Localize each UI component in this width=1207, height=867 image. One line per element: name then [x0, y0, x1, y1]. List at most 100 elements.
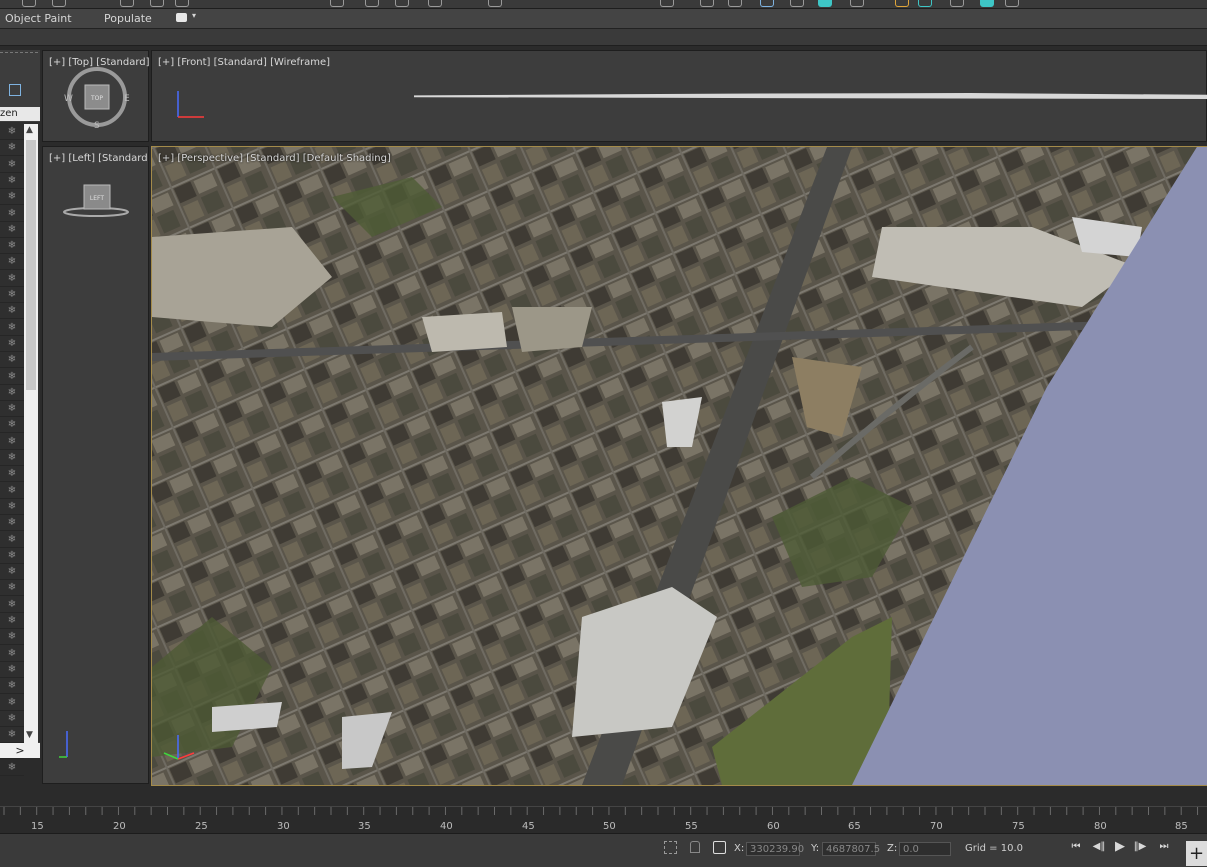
freeze-toggle-icon[interactable]: ❄ — [0, 678, 24, 695]
explorer-grip[interactable] — [0, 52, 38, 57]
viewport-label-front[interactable]: [+] [Front] [Standard] [Wireframe] — [158, 57, 330, 68]
toolbar-icon[interactable] — [850, 0, 864, 7]
toolbar-icon[interactable] — [950, 0, 964, 7]
viewcube-left-icon[interactable]: LEFT — [61, 177, 131, 221]
viewport-front[interactable]: [+] [Front] [Standard] [Wireframe] — [151, 50, 1207, 142]
freeze-toggle-icon[interactable]: ❄ — [0, 450, 24, 466]
ribbon-tab-object-paint[interactable]: Object Paint — [5, 12, 72, 25]
explorer-scroll-thumb[interactable] — [26, 140, 36, 390]
toolbar-icon[interactable] — [980, 0, 994, 7]
freeze-toggle-icon[interactable]: ❄ — [0, 760, 24, 776]
timeline-track[interactable]: 15 20 25 30 35 40 45 50 55 60 65 70 75 8… — [0, 806, 1207, 833]
toolbar-icon[interactable] — [700, 0, 714, 7]
explorer-column-header[interactable]: zen — [0, 107, 40, 121]
toolbar-icon[interactable] — [818, 0, 832, 7]
scroll-down-icon[interactable]: ▼ — [26, 730, 33, 740]
freeze-toggle-icon[interactable]: ❄ — [0, 727, 24, 744]
freeze-toggle-icon[interactable]: ❄ — [0, 206, 24, 222]
freeze-toggle-icon[interactable]: ❄ — [0, 629, 24, 646]
freeze-toggle-icon[interactable]: ❄ — [0, 515, 24, 532]
snap-icon[interactable] — [713, 841, 726, 854]
toolbar-icon[interactable] — [330, 0, 344, 7]
freeze-toggle-icon[interactable]: ❄ — [0, 157, 24, 173]
compass-icon[interactable]: TOP W E S — [43, 51, 148, 141]
viewport-left[interactable]: [+] [Left] [Standard LEFT — [42, 146, 149, 784]
toolbar-icon[interactable] — [660, 0, 674, 7]
next-frame-icon[interactable]: ‖▶ — [1132, 840, 1148, 854]
toolbar-icon[interactable] — [728, 0, 742, 7]
z-coordinate-field[interactable]: 0.0 — [899, 842, 951, 856]
isolate-icon[interactable] — [664, 841, 677, 854]
freeze-toggle-icon[interactable]: ❄ — [0, 303, 24, 320]
freeze-toggle-icon[interactable]: ❄ — [0, 580, 24, 597]
freeze-toggle-icon[interactable]: ❄ — [0, 499, 24, 515]
toolbar-icon[interactable] — [488, 0, 502, 7]
freeze-toggle-icon[interactable]: ❄ — [0, 532, 24, 548]
freeze-toggle-icon[interactable]: ❄ — [0, 385, 24, 401]
y-coordinate-field[interactable]: 4687807.5 — [822, 842, 880, 856]
freeze-toggle-icon[interactable]: ❄ — [0, 287, 24, 303]
play-icon[interactable]: ▶ — [1112, 840, 1128, 854]
freeze-toggle-icon[interactable]: ❄ — [0, 254, 24, 271]
lock-icon[interactable] — [690, 841, 700, 853]
freeze-toggle-icon[interactable]: ❄ — [0, 320, 24, 336]
freeze-toggle-icon[interactable]: ❄ — [0, 336, 24, 352]
main-toolbar — [0, 0, 1207, 9]
y-label: Y: — [811, 843, 820, 854]
freeze-toggle-icon[interactable]: ❄ — [0, 597, 24, 613]
scroll-up-icon[interactable]: ▲ — [26, 125, 33, 135]
freeze-toggle-icon[interactable]: ❄ — [0, 173, 24, 189]
freeze-toggle-icon[interactable]: ❄ — [0, 124, 24, 140]
freeze-toggle-icon[interactable]: ❄ — [0, 140, 24, 157]
x-label: X: — [734, 843, 745, 854]
add-icon[interactable]: + — [1186, 841, 1207, 866]
freeze-toggle-icon[interactable]: ❄ — [0, 564, 24, 581]
freeze-toggle-icon[interactable]: ❄ — [0, 417, 24, 434]
timeline-tick: 45 — [522, 821, 535, 832]
freeze-toggle-icon[interactable]: ❄ — [0, 434, 24, 450]
toolbar-icon[interactable] — [428, 0, 442, 7]
freeze-toggle-icon[interactable]: ❄ — [0, 613, 24, 629]
freeze-toggle-icon[interactable]: ❄ — [0, 222, 24, 238]
viewport-label-left[interactable]: [+] [Left] [Standard — [49, 153, 148, 164]
toolbar-icon[interactable] — [365, 0, 379, 7]
toolbar-icon[interactable] — [895, 0, 909, 7]
viewport-top[interactable]: [+] [Top] [Standard] TOP W E S — [42, 50, 150, 142]
viewport-perspective[interactable]: [+] [Perspective] [Standard] [Default Sh… — [151, 146, 1207, 786]
viewport-label-perspective[interactable]: [+] [Perspective] [Standard] [Default Sh… — [158, 153, 391, 164]
explorer-expand-button[interactable]: > — [0, 743, 40, 758]
toolbar-icon[interactable] — [52, 0, 66, 7]
freeze-toggle-icon[interactable]: ❄ — [0, 189, 24, 206]
freeze-toggle-icon[interactable]: ❄ — [0, 352, 24, 369]
freeze-toggle-icon[interactable]: ❄ — [0, 711, 24, 727]
freeze-toggle-icon[interactable]: ❄ — [0, 548, 24, 564]
explorer-icon[interactable] — [9, 84, 21, 96]
toolbar-icon[interactable] — [790, 0, 804, 7]
go-start-icon[interactable]: ⏮ — [1068, 840, 1084, 854]
ribbon-toggle-icon[interactable] — [176, 13, 187, 22]
toolbar-icon[interactable] — [120, 0, 134, 7]
toolbar-icon[interactable] — [175, 0, 189, 7]
toolbar-icon[interactable] — [918, 0, 932, 7]
toolbar-icon[interactable] — [395, 0, 409, 7]
freeze-toggle-icon[interactable]: ❄ — [0, 271, 24, 287]
toolbar-icon[interactable] — [150, 0, 164, 7]
freeze-toggle-icon[interactable]: ❄ — [0, 483, 24, 499]
go-end-icon[interactable]: ⏭ — [1156, 840, 1172, 854]
toolbar-icon[interactable] — [22, 0, 36, 7]
toolbar-icon[interactable] — [760, 0, 774, 7]
freeze-toggle-icon[interactable]: ❄ — [0, 238, 24, 255]
freeze-toggle-icon[interactable]: ❄ — [0, 466, 24, 483]
toolbar-icon[interactable] — [1005, 0, 1019, 7]
freeze-toggle-icon[interactable]: ❄ — [0, 662, 24, 678]
freeze-toggle-icon[interactable]: ❄ — [0, 369, 24, 385]
freeze-toggle-icon[interactable]: ❄ — [0, 695, 24, 711]
timeline-tick: 85 — [1175, 821, 1188, 832]
prev-frame-icon[interactable]: ◀‖ — [1091, 840, 1107, 854]
freeze-toggle-icon[interactable]: ❄ — [0, 401, 24, 418]
ribbon-bar: Object Paint Populate ▾ — [0, 9, 1207, 29]
freeze-toggle-icon[interactable]: ❄ — [0, 646, 24, 662]
chevron-down-icon[interactable]: ▾ — [192, 11, 196, 20]
ribbon-tab-populate[interactable]: Populate — [104, 12, 152, 25]
x-coordinate-field[interactable]: 330239.90 — [746, 842, 804, 856]
